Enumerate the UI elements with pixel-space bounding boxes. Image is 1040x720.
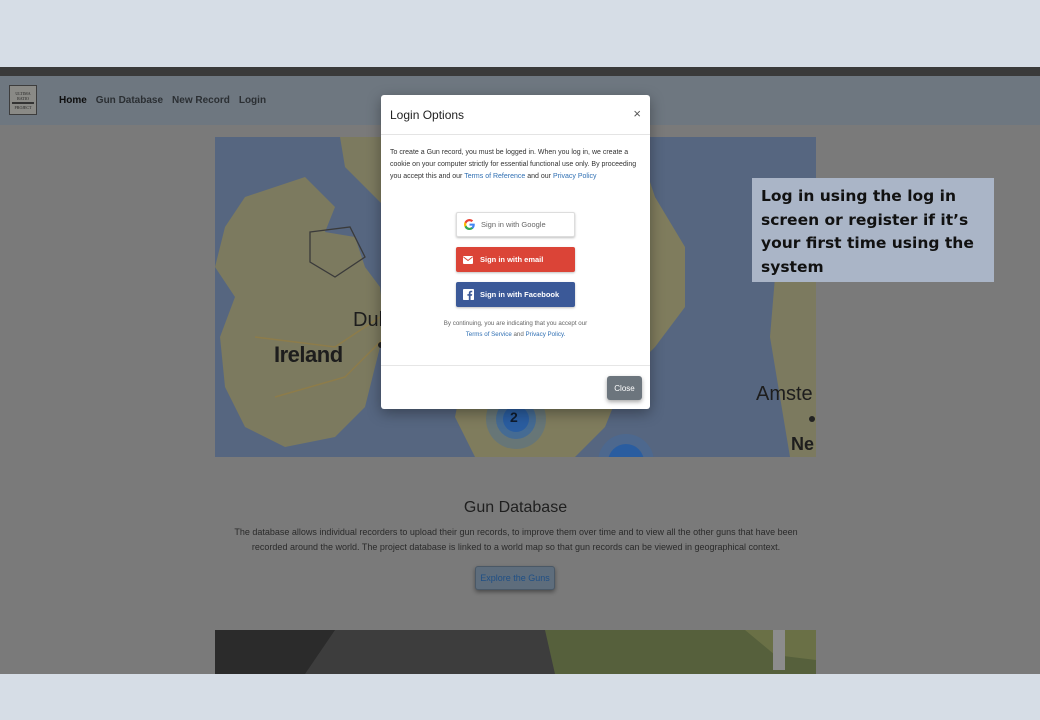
facebook-icon [456,289,480,300]
close-icon[interactable]: × [633,106,641,121]
logo-line-3: PROJECT [14,104,32,110]
explore-guns-button[interactable]: Explore the Guns [475,566,555,590]
photo-graphic [215,630,816,674]
map-label-dublin: Dul [353,309,384,331]
nav-link-gun-database[interactable]: Gun Database [96,95,163,106]
map-label-ireland: Ireland [274,342,343,367]
slide-bottom-band [0,674,1040,720]
logo-line-2: RATIO [17,95,29,101]
nav-links: Home Gun Database New Record Login [59,95,266,106]
login-cookie-notice: To create a Gun record, you must be logg… [390,147,640,184]
site-logo[interactable]: ULTIMA RATIO PROJECT [9,85,37,115]
sign-in-facebook-button[interactable]: Sign in with Facebook [456,282,575,307]
login-options-modal: Login Options × To create a Gun record, … [381,95,650,409]
terms-disclaimer: By continuing, you are indicating that y… [411,319,620,340]
slide-top-band [0,0,1040,67]
sign-in-email-button[interactable]: Sign in with email [456,247,575,272]
notice-and: and our [525,173,553,181]
nav-link-login[interactable]: Login [239,95,266,106]
modal-title: Login Options [390,108,465,122]
close-button[interactable]: Close [607,376,642,400]
sign-in-google-label: Sign in with Google [481,220,546,229]
logo-bar [12,101,34,104]
sign-in-email-label: Sign in with email [480,255,544,264]
section-description: The database allows individual recorders… [234,527,798,552]
nav-link-new-record[interactable]: New Record [172,95,230,106]
google-icon [457,219,481,230]
disclaimer-and: and [511,330,526,338]
terms-of-reference-link[interactable]: Terms of Reference [464,173,525,180]
instruction-callout: Log in using the log in screen or regist… [752,178,994,282]
privacy-policy-link[interactable]: Privacy Policy [553,173,597,180]
sign-in-google-button[interactable]: Sign in with Google [456,212,575,237]
mail-icon [456,255,480,264]
privacy-policy-link-2[interactable]: Privacy Policy. [526,331,566,338]
section-title: Gun Database [463,499,568,516]
sign-in-facebook-label: Sign in with Facebook [480,290,560,299]
map-label-amsterdam: Amste [756,383,813,405]
modal-header: Login Options × [381,95,650,135]
modal-footer-divider [381,365,650,366]
screenshot: ULTIMA RATIO PROJECT Home Gun Database N… [0,67,1040,674]
map-label-ne: Ne [791,434,815,454]
nav-link-home[interactable]: Home [59,95,87,106]
map-cluster-count[interactable]: 2 [510,409,518,425]
gun-photo [215,630,816,674]
browser-bookmarks-bar [0,67,1040,76]
disclaimer-text: By continuing, you are indicating that y… [443,320,588,327]
terms-of-service-link[interactable]: Terms of Service [466,331,512,338]
